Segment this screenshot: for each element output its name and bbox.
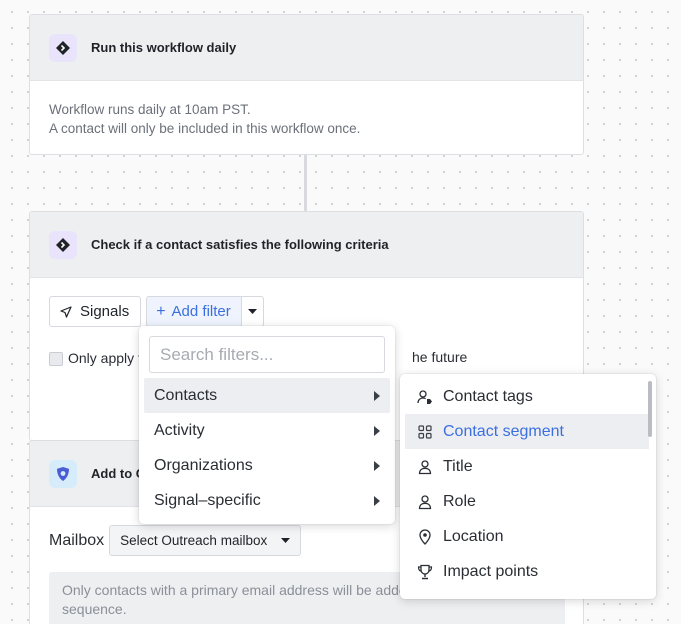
submenu-scrollbar[interactable] xyxy=(648,381,652,437)
workflow-step-icon xyxy=(49,230,77,259)
submenu-arrow-icon xyxy=(374,425,380,436)
menu-item-label: Organizations xyxy=(154,456,253,474)
person-icon xyxy=(417,459,433,475)
submenu-item-label: Role xyxy=(443,492,476,510)
submenu-arrow-icon xyxy=(374,460,380,471)
menu-item-contacts[interactable]: Contacts xyxy=(144,378,390,413)
person-icon xyxy=(417,494,433,510)
caret-down-icon xyxy=(247,308,257,314)
apply-existing-checkbox[interactable] xyxy=(49,351,63,366)
submenu-arrow-icon xyxy=(374,390,380,401)
mailbox-select[interactable]: Select Outreach mailbox xyxy=(109,525,302,556)
menu-item-label: Signal–specific xyxy=(154,491,261,509)
submenu-item-role[interactable]: Role xyxy=(405,484,649,519)
schedule-text: Workflow runs daily at 10am PST. xyxy=(49,102,251,117)
card-title: Add to C xyxy=(91,466,146,481)
trophy-icon xyxy=(417,564,433,580)
plus-icon: + xyxy=(156,303,166,320)
checkbox-label: Only apply t xyxy=(68,350,142,366)
submenu-item-label: Contact segment xyxy=(443,422,564,440)
card-header: Check if a contact satisfies the followi… xyxy=(30,212,583,278)
search-filters-input[interactable]: Search filters... xyxy=(149,336,385,373)
card-title: Check if a contact satisfies the followi… xyxy=(91,237,389,252)
caret-down-icon xyxy=(281,537,291,544)
contacts-submenu: Contact tags Contact segment Title Role … xyxy=(400,374,656,599)
submenu-arrow-icon xyxy=(374,495,380,506)
add-filter-label: Add filter xyxy=(171,303,231,320)
add-filter-dropdown-toggle[interactable] xyxy=(240,296,264,327)
submenu-item-location[interactable]: Location xyxy=(405,519,649,554)
submenu-item-label: Contact tags xyxy=(443,387,533,405)
signals-button[interactable]: Signals xyxy=(49,296,142,327)
card-title: Run this workflow daily xyxy=(91,40,237,55)
submenu-item-title[interactable]: Title xyxy=(405,449,649,484)
person-tag-icon xyxy=(417,389,433,405)
location-pin-icon xyxy=(417,528,433,545)
notice-line-2: sequence. xyxy=(62,601,127,617)
filter-menu: Search filters... Contacts Activity Orga… xyxy=(139,326,395,524)
outreach-icon xyxy=(49,459,77,488)
card-header: Run this workflow daily xyxy=(30,15,583,81)
submenu-item-label: Impact points xyxy=(443,562,539,580)
submenu-item-label: Title xyxy=(443,457,473,475)
once-only-text: A contact will only be included in this … xyxy=(49,121,361,136)
workflow-step-icon xyxy=(49,33,77,62)
submenu-item-contact-tags[interactable]: Contact tags xyxy=(405,379,649,414)
mailbox-select-value: Select Outreach mailbox xyxy=(120,533,268,548)
segment-grid-icon xyxy=(417,424,433,440)
menu-item-signal-specific[interactable]: Signal–specific xyxy=(144,483,390,518)
send-icon xyxy=(60,305,72,318)
signals-label: Signals xyxy=(80,303,130,320)
add-filter-button[interactable]: + Add filter xyxy=(146,296,241,327)
search-filters-placeholder: Search filters... xyxy=(160,344,274,364)
submenu-item-contact-segment[interactable]: Contact segment xyxy=(405,414,649,449)
workflow-trigger-card: Run this workflow daily Workflow runs da… xyxy=(29,14,584,155)
menu-item-label: Contacts xyxy=(154,386,218,404)
submenu-item-impact-points[interactable]: Impact points xyxy=(405,554,649,589)
checkbox-label-tail: he future xyxy=(412,349,468,365)
submenu-item-label: Location xyxy=(443,527,504,545)
menu-item-label: Activity xyxy=(154,421,205,439)
workflow-connector xyxy=(304,155,307,212)
menu-item-activity[interactable]: Activity xyxy=(144,413,390,448)
menu-item-organizations[interactable]: Organizations xyxy=(144,448,390,483)
mailbox-label: Mailbox xyxy=(49,532,105,549)
